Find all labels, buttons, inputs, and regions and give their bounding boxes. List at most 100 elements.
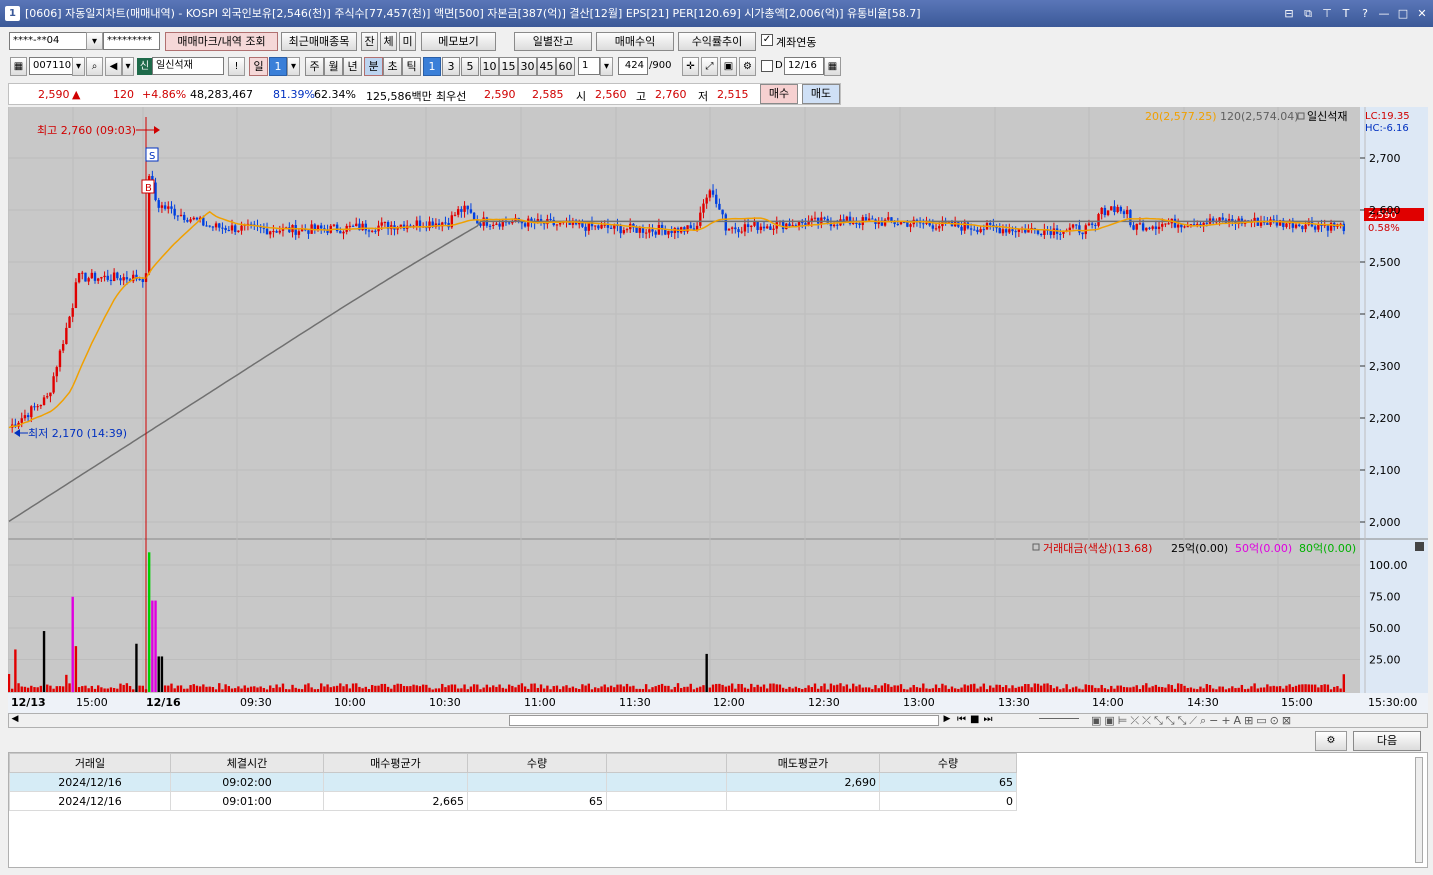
volume-legend-80: 80억(0.00) xyxy=(1299,542,1356,555)
search-icon[interactable]: ⌕ xyxy=(86,57,103,76)
period-day-count[interactable]: 1 xyxy=(269,57,287,76)
speaker-icon[interactable]: ◀ xyxy=(105,57,122,76)
scroll-left-icon[interactable]: ◀ xyxy=(9,714,21,727)
col-sell-qty[interactable]: 수량 xyxy=(879,753,1017,773)
save-icon[interactable]: ▣ xyxy=(720,57,737,76)
time-axis-label: 12:30 xyxy=(808,696,840,709)
interval-1[interactable]: 1 xyxy=(423,57,441,76)
drawing-tools[interactable]: ▣▣⊨⤫⤫⤡⤡⤡⟋⌕−+A⊞▭⊙⊠ xyxy=(1091,714,1294,728)
custom-interval-dropdown-icon[interactable]: ▾ xyxy=(600,57,613,76)
pin-icon[interactable]: ⊤ xyxy=(1320,0,1334,27)
next-button[interactable]: 다음 xyxy=(1353,731,1421,751)
period-second[interactable]: 초 xyxy=(383,57,402,76)
volume-bar xyxy=(221,689,224,692)
col-blank[interactable] xyxy=(606,753,727,773)
playback-controls[interactable]: ⏮■⏭ xyxy=(957,714,996,725)
volume-bar xyxy=(1094,687,1097,692)
col-exec-time[interactable]: 체결시간 xyxy=(170,753,324,773)
candle-body xyxy=(103,275,106,278)
table-row[interactable]: 2024/12/16 09:01:00 2,665 65 0 xyxy=(9,791,1017,811)
volume-bar xyxy=(816,688,820,692)
daily-balance-button[interactable]: 일별잔고 xyxy=(514,32,592,51)
scroll-right-icon[interactable]: ▶ xyxy=(941,714,953,727)
crosshair-icon[interactable]: ✛ xyxy=(682,57,699,76)
date-input[interactable]: 12/16 xyxy=(784,57,824,75)
table-scrollbar[interactable] xyxy=(1415,757,1423,863)
tab-recent-stocks[interactable]: 최근매매종목 xyxy=(281,32,357,51)
col-buy-qty[interactable]: 수량 xyxy=(467,753,607,773)
scrollbar-thumb[interactable] xyxy=(509,715,939,726)
interval-45[interactable]: 45 xyxy=(537,57,556,76)
account-select[interactable]: ****-**04 xyxy=(9,32,87,50)
volume-bar xyxy=(409,686,412,692)
stock-name-field[interactable]: 일신석재 xyxy=(152,57,224,75)
count-input[interactable]: 424 xyxy=(618,57,648,75)
period-week[interactable]: 주 xyxy=(305,57,324,76)
period-month[interactable]: 월 xyxy=(324,57,343,76)
interval-30[interactable]: 30 xyxy=(518,57,537,76)
volume-bar xyxy=(896,685,900,692)
candlestick-chart-area[interactable]: 20(2,577.25) 120(2,574.04) 일신석재 LC:19.35… xyxy=(7,107,1428,713)
col-trade-date[interactable]: 거래일 xyxy=(9,753,171,773)
custom-interval-input[interactable]: 1 xyxy=(578,57,600,75)
col-sell-avg[interactable]: 매도평균가 xyxy=(726,753,880,773)
executed-button[interactable]: 체 xyxy=(380,32,397,51)
period-minute[interactable]: 분 xyxy=(364,57,383,76)
volume-ratio: 81.39% xyxy=(273,88,315,101)
interval-3[interactable]: 3 xyxy=(442,57,460,76)
candle-body xyxy=(262,227,266,229)
sell-button[interactable]: 매도 xyxy=(802,84,840,104)
date-checkbox[interactable] xyxy=(761,60,773,72)
layout-icon[interactable]: ▦ xyxy=(10,57,27,76)
period-tick[interactable]: 틱 xyxy=(402,57,421,76)
minimize-icon[interactable]: — xyxy=(1377,0,1391,27)
col-buy-avg[interactable]: 매수평균가 xyxy=(323,753,468,773)
profit-trend-button[interactable]: 수익률추이 xyxy=(678,32,756,51)
volume-bar xyxy=(555,685,559,692)
candle-body xyxy=(100,277,103,279)
zoom-icon[interactable]: ⤢ xyxy=(701,57,718,76)
volume-bar xyxy=(1157,686,1161,692)
interval-5[interactable]: 5 xyxy=(461,57,479,76)
buy-button[interactable]: 매수 xyxy=(760,84,798,104)
account-link-checkbox[interactable]: ✓ xyxy=(761,34,773,46)
maximize-icon[interactable]: □ xyxy=(1396,0,1410,27)
help-icon[interactable]: ? xyxy=(1358,0,1372,27)
price-volume-chart[interactable]: 20(2,577.25) 120(2,574.04) 일신석재 LC:19.35… xyxy=(7,107,1428,713)
speaker-dropdown-icon[interactable]: ▾ xyxy=(122,57,134,76)
interval-15[interactable]: 15 xyxy=(499,57,518,76)
volume-bar xyxy=(759,686,763,692)
account-dropdown-icon[interactable]: ▾ xyxy=(86,32,103,50)
tab-trade-mark[interactable]: 매매마크/내역 조회 xyxy=(165,32,278,51)
alert-button[interactable]: ! xyxy=(228,57,245,76)
table-row[interactable]: 2024/12/16 09:02:00 2,690 65 xyxy=(9,772,1017,792)
volume-bar xyxy=(1231,686,1234,692)
trade-profit-button[interactable]: 매매수익 xyxy=(596,32,674,51)
zoom-slider[interactable] xyxy=(1039,718,1079,719)
memo-button[interactable]: 메모보기 xyxy=(421,32,496,51)
calendar-icon[interactable]: ▦ xyxy=(824,57,841,76)
code-dropdown-icon[interactable]: ▾ xyxy=(72,57,85,76)
window-cascade-icon[interactable]: ⧉ xyxy=(1301,0,1315,27)
password-input[interactable]: ********* xyxy=(103,32,160,50)
volume-bar xyxy=(125,683,129,692)
interval-60[interactable]: 60 xyxy=(556,57,575,76)
volume-bar xyxy=(629,686,632,692)
interval-10[interactable]: 10 xyxy=(480,57,499,76)
candle-body xyxy=(278,230,281,233)
close-icon[interactable]: ✕ xyxy=(1415,0,1429,27)
close-pane-icon[interactable] xyxy=(1415,542,1424,551)
cell-buy-avg: 2,665 xyxy=(323,791,468,811)
unexecuted-button[interactable]: 미 xyxy=(399,32,416,51)
gear-icon[interactable]: ⚙ xyxy=(739,57,756,76)
settings-gear-icon[interactable]: ⚙ xyxy=(1315,731,1347,751)
day-count-dropdown-icon[interactable]: ▾ xyxy=(287,57,300,76)
window-tile-icon[interactable]: ⊟ xyxy=(1282,0,1296,27)
volume-bar xyxy=(84,685,87,692)
volume-bar xyxy=(737,683,740,692)
period-day[interactable]: 일 xyxy=(249,57,268,76)
balance-button[interactable]: 잔 xyxy=(361,32,378,51)
period-year[interactable]: 년 xyxy=(343,57,362,76)
text-icon[interactable]: T xyxy=(1339,0,1353,27)
stock-code-input[interactable]: 007110 xyxy=(29,57,73,75)
